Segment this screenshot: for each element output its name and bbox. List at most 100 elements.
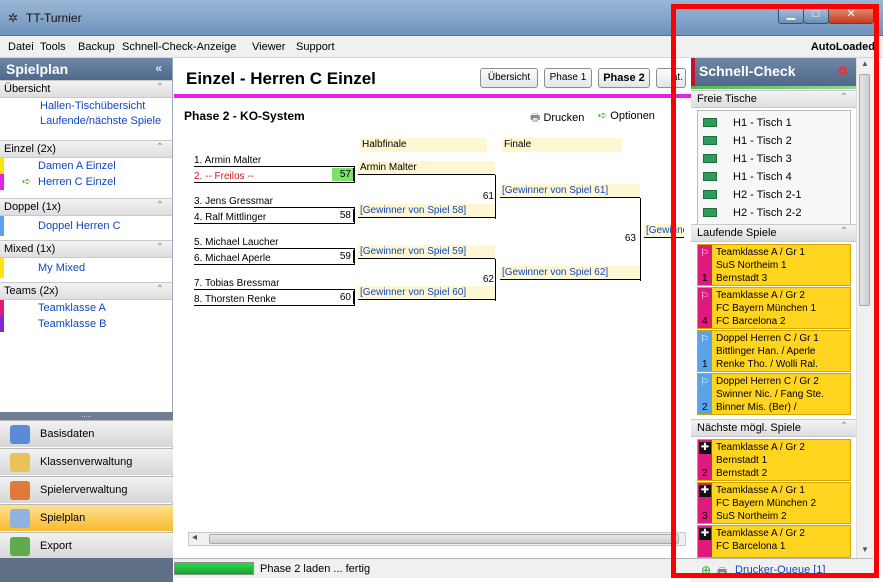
maximize-button[interactable]: □ [803, 4, 829, 24]
chevron-up-icon: ⌃ [839, 92, 848, 103]
sidebar-item-laufende[interactable]: Laufende/nächste Spiele [40, 115, 161, 127]
table-icon [703, 190, 717, 199]
menu-bar: Datei Tools Backup Schnell-Check-Anzeige… [0, 36, 883, 58]
free-table[interactable]: H2 - Tisch 2-2 [699, 205, 849, 221]
table-icon [703, 154, 717, 163]
next-match-card[interactable]: ✚ 2 Teamklasse A / Gr 2 Bernstadt 1 Bernstad… [697, 439, 851, 481]
free-table[interactable]: H1 - Tisch 2 [699, 133, 849, 149]
scroll-down-icon[interactable]: ▼ [861, 545, 869, 554]
scroll-thumb[interactable] [859, 74, 870, 306]
running-match-card[interactable]: ⚐ 1 Doppel Herren C / Gr 1 Bittlinger Han. … [697, 330, 851, 372]
nav-basisdaten[interactable]: Basisdaten [0, 420, 173, 447]
group-teams[interactable]: Teams (2x) ⌃ [0, 282, 172, 300]
close-button[interactable]: ✕ [828, 4, 874, 24]
nav-spielplan[interactable]: Spielplan [0, 504, 173, 531]
menu-tools[interactable]: Tools [40, 41, 66, 53]
status-text: Phase 2 laden ... fertig [260, 563, 371, 575]
free-table[interactable]: H2 - Tisch 2-1 [699, 187, 849, 203]
nav-spielerverwaltung[interactable]: Spielerverwaltung [0, 476, 173, 503]
match-score[interactable]: 60 [332, 291, 354, 304]
tab-phase-1[interactable]: Phase 1 [544, 68, 592, 88]
match-score[interactable]: 59 [332, 250, 354, 263]
section-naechste-spiele[interactable]: Nächste mögl. Spiele ⌃ [691, 419, 856, 437]
header-finale: Finale [502, 138, 622, 152]
sidebar-footer [0, 558, 173, 582]
options-button[interactable]: ➪ Optionen [598, 109, 655, 122]
match-score[interactable]: 63 [614, 232, 638, 245]
arrow-right-icon: ➪ [22, 176, 32, 188]
sidebar-item-herren-c[interactable]: ➪ Herren C Einzel [0, 174, 172, 190]
table-icon [703, 208, 717, 217]
group-doppel[interactable]: Doppel (1x) ⌃ [0, 198, 172, 216]
sidebar-item-my-mixed[interactable]: My Mixed [0, 258, 172, 278]
table-icon [703, 172, 717, 181]
sidebar-item-damen-a[interactable]: Damen A Einzel [0, 158, 172, 174]
sidebar-item-hallen[interactable]: Hallen-Tischübersicht Laufende/nächste Sp… [0, 98, 172, 130]
next-match-card[interactable]: ✚ 3 Teamklasse A / Gr 1 FC Bayern München 2… [697, 482, 851, 524]
free-table[interactable]: H1 - Tisch 4 [699, 169, 849, 185]
scroll-left-icon[interactable]: ◂ [192, 532, 197, 543]
finale-slot-1: [Gewinner von Spiel 61] [500, 184, 640, 198]
add-icon[interactable]: ⊕ [701, 563, 711, 577]
printer-icon: 🖶 [717, 566, 728, 578]
chevron-up-icon: ⌃ [155, 142, 164, 153]
sidebar-item-teamklasse-b[interactable]: Teamklasse B [0, 316, 172, 332]
running-match-card[interactable]: ⚐ 1 Teamklasse A / Gr 1 SuS Northeim 1 Berns… [697, 244, 851, 286]
menu-datei[interactable]: Datei [8, 41, 34, 53]
menu-viewer[interactable]: Viewer [252, 41, 285, 53]
group-mixed[interactable]: Mixed (1x) ⌃ [0, 240, 172, 258]
match-score[interactable]: 62 [474, 273, 496, 286]
sidebar: Spielplan « Übersicht ⌃ Hallen-Tischübersi… [0, 58, 173, 559]
app-icon: ✲ [8, 11, 19, 25]
page-title: Einzel - Herren C Einzel [186, 69, 376, 88]
scroll-up-icon[interactable]: ▲ [861, 59, 869, 68]
scroll-thumb[interactable] [209, 534, 679, 544]
refresh-icon[interactable]: ♻ [837, 64, 848, 78]
table-tennis-icon: ⚐ [700, 377, 709, 388]
running-match-card[interactable]: ⚐ 2 Doppel Herren C / Gr 2 Swinner Nic. / F… [697, 373, 851, 415]
tab-phase-2[interactable]: Phase 2 [598, 68, 650, 88]
chevron-up-icon: ⌃ [155, 82, 164, 93]
table-icon [703, 136, 717, 145]
print-button[interactable]: 🖶 Drucken [530, 109, 584, 128]
next-match-card[interactable]: ✚ Teamklasse A / Gr 2 FC Barcelona 1 [697, 525, 851, 558]
menu-support[interactable]: Support [296, 41, 335, 53]
splitter-handle[interactable]: ..... [0, 412, 173, 420]
printer-queue-link[interactable]: Drucker-Queue [1] [735, 564, 825, 576]
section-freie-tische[interactable]: Freie Tische ⌃ [691, 90, 856, 108]
running-match-card[interactable]: ⚐ 4 Teamklasse A / Gr 2 FC Bayern München 1… [697, 287, 851, 329]
free-table[interactable]: H1 - Tisch 1 [699, 115, 849, 131]
schnell-check-title: Schnell-Check ♻ [691, 58, 856, 86]
cross-icon: ✚ [699, 528, 711, 540]
match-score[interactable]: 61 [474, 190, 496, 203]
nav-klassenverwaltung[interactable]: Klassenverwaltung [0, 448, 173, 475]
winner-slot: [Gewinne [644, 224, 684, 238]
free-table[interactable]: H1 - Tisch 3 [699, 151, 849, 167]
section-laufende-spiele[interactable]: Laufende Spiele ⌃ [691, 224, 856, 242]
chevron-up-icon: ⌃ [155, 242, 164, 253]
nav-export[interactable]: Export [0, 532, 173, 559]
chevron-up-icon: ⌃ [155, 200, 164, 211]
match-score[interactable]: 58 [332, 209, 354, 222]
menu-schnell-check[interactable]: Schnell-Check-Anzeige [122, 41, 236, 53]
horizontal-scrollbar[interactable]: ◂ [188, 532, 686, 546]
finale-slot-2: [Gewinner von Spiel 62] [500, 266, 640, 280]
progress-bar [174, 562, 254, 575]
status-bar: Phase 2 laden ... fertig [174, 558, 691, 578]
match-score[interactable]: 57 [332, 168, 354, 181]
clipboard-icon [10, 453, 30, 472]
minimize-button[interactable]: ▁ [778, 4, 804, 24]
group-ubersicht[interactable]: Übersicht ⌃ [0, 80, 172, 98]
users-icon [10, 481, 30, 500]
tab-statistik[interactable]: at. [656, 68, 686, 88]
collapse-icon[interactable]: « [155, 61, 162, 75]
chevron-up-icon: ⌃ [839, 421, 848, 432]
group-einzel[interactable]: Einzel (2x) ⌃ [0, 140, 172, 158]
sidebar-title: Spielplan « [0, 58, 172, 80]
schnell-check-panel: Schnell-Check ♻ Freie Tische ⌃ H1 - Tisch … [691, 58, 856, 558]
sidebar-item-doppel-herren-c[interactable]: Doppel Herren C [0, 216, 172, 236]
sidebar-item-teamklasse-a[interactable]: Teamklasse A [0, 300, 172, 316]
tab-ubersicht[interactable]: Übersicht [480, 68, 538, 88]
basisdaten-icon [10, 425, 30, 444]
menu-backup[interactable]: Backup [78, 41, 115, 53]
